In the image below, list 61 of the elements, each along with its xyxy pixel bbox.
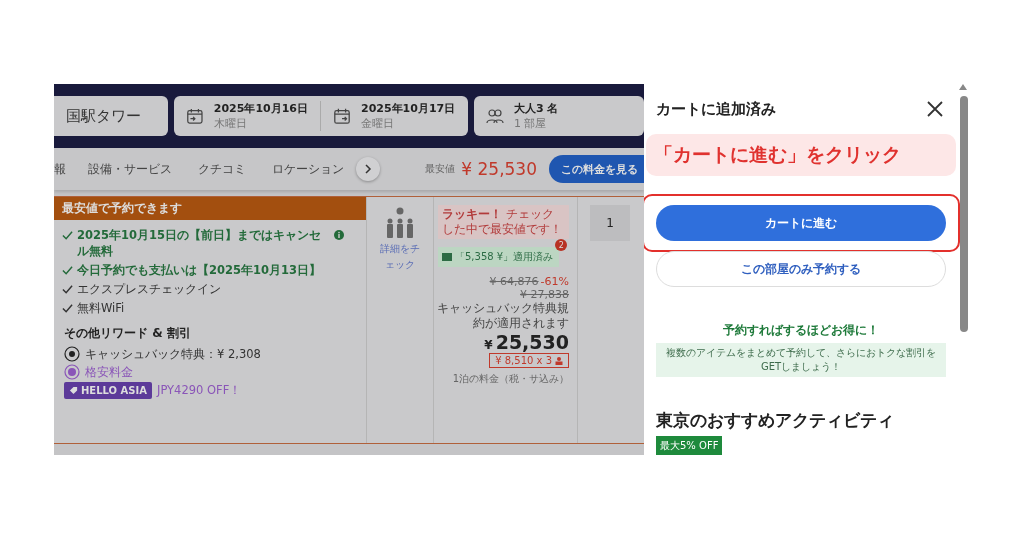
guest-count: 大人3 名	[514, 101, 559, 116]
promo-text: 複数のアイテムをまとめて予約して、さらにおトクな割引をGETしましょう！	[656, 343, 946, 377]
tag-icon	[69, 386, 78, 395]
discount-percent: -61%	[540, 275, 569, 288]
currency-sign: ¥	[484, 338, 493, 352]
details-link[interactable]: 詳細をチェック	[379, 241, 421, 273]
nav-tab[interactable]: 設備・サービス	[88, 160, 172, 178]
destination-field[interactable]: 国駅タワー	[54, 96, 168, 136]
people-icon	[486, 108, 504, 124]
check-icon	[62, 284, 73, 295]
guests-field[interactable]: 大人3 名 1 部屋	[474, 96, 644, 136]
feature-text: 今日予約でも支払いは【2025年10月13日】	[77, 262, 322, 278]
struck-price: ¥ 27,838	[520, 288, 569, 301]
rewards-title: その他リワード & 割引	[63, 325, 192, 342]
check-icon	[62, 303, 73, 314]
checkin-date: 2025年10月16日	[213, 101, 308, 116]
offer-header: 最安値で予約できます	[54, 197, 366, 220]
chevron-icon	[363, 164, 373, 174]
feature-text: エクスプレスチェックイン	[77, 281, 222, 297]
checkout-weekday: 金曜日	[361, 116, 395, 131]
lucky-notice: ラッキー！ チェックした中で最安値です！	[438, 205, 569, 239]
check-icon	[62, 265, 73, 276]
count-badge: 2	[555, 239, 568, 251]
nav-tab[interactable]: クチコミ	[198, 160, 246, 178]
section-title: 東京のおすすめアクティビティ	[656, 409, 895, 432]
proceed-to-cart-button[interactable]: カートに進む	[656, 205, 946, 241]
cashback-note: キャッシュバック特典規約が適用されます	[437, 301, 569, 331]
nav-tab[interactable]: ロケーション	[272, 160, 344, 178]
occupancy-drawing	[386, 207, 414, 239]
person-icon	[555, 356, 563, 365]
info-icon	[334, 230, 344, 240]
price-note: 1泊の料金（税・サ込み）	[452, 372, 569, 386]
price-label: 最安値	[425, 162, 456, 176]
original-price: ¥ 64,876	[489, 275, 539, 288]
reward-text: 格安料金	[85, 364, 133, 380]
checkin-weekday: 木曜日	[213, 116, 248, 131]
quantity-select[interactable]: 1	[590, 205, 630, 241]
calendar-icon	[186, 107, 204, 125]
see-price-button[interactable]: この料金を見る	[549, 155, 644, 183]
per-person-price: ¥ 8,510 x 3	[489, 353, 569, 368]
scrollbar-thumb[interactable]	[960, 96, 968, 332]
book-room-only-button[interactable]: この部屋のみ予約する	[656, 251, 946, 287]
nav-tab[interactable]: 報	[54, 160, 66, 178]
cart-title: カートに追加済み	[656, 99, 776, 119]
discount-badge: 最大5% OFF	[656, 436, 723, 455]
feature-text: 無料WiFi	[77, 300, 126, 316]
promo-tag: HELLO ASIA	[64, 382, 152, 399]
calendar-icon	[333, 107, 351, 125]
feature-text: 2025年10月15日の【前日】まではキャンセル無料	[77, 227, 322, 259]
date-field[interactable]: 2025年10月16日 木曜日 2025年10月17日 金曜日	[174, 96, 468, 136]
promo-title: 予約すればするほどお得に！	[722, 322, 880, 339]
total-price: 25,530	[495, 331, 569, 353]
reward-text: キャッシュバック特典：¥ 2,308	[85, 346, 261, 362]
instruction-callout: 「カートに進む」をクリック	[646, 134, 956, 176]
lowest-price: ¥ 25,530	[461, 159, 537, 179]
reward-text: JPY4290 OFF！	[157, 383, 242, 398]
check-icon	[62, 230, 73, 241]
next-arrow-button[interactable]	[356, 157, 380, 181]
room-count: 1 部屋	[514, 116, 548, 131]
checkout-date: 2025年10月17日	[361, 101, 456, 116]
scroll-up-icon[interactable]	[959, 84, 967, 90]
